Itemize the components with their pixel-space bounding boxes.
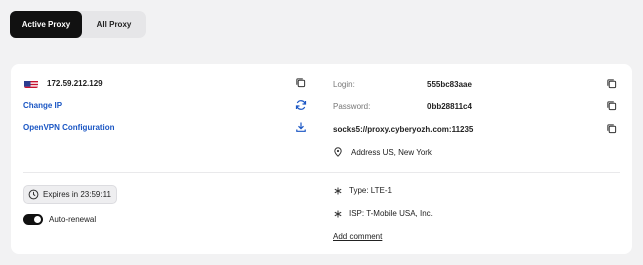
proxy-tabs: Active Proxy All Proxy (10, 11, 146, 38)
auto-renewal-label: Auto-renewal (49, 215, 97, 224)
isp-text: ISP: T-Mobile USA, Inc. (349, 209, 433, 218)
change-ip-link[interactable]: Change IP (23, 101, 62, 110)
proxy-ip: 172.59.212.129 (47, 79, 103, 88)
address-text: Address US, New York (351, 148, 432, 157)
login-value: 555bc83aae (427, 80, 472, 89)
proxy-card: 172.59.212.129 Change IP OpenVPN Configu… (11, 64, 632, 254)
password-label: Password: (333, 102, 371, 111)
tab-active-proxy[interactable]: Active Proxy (10, 11, 82, 38)
openvpn-config-link[interactable]: OpenVPN Configuration (23, 123, 115, 132)
password-value: 0bb28811c4 (427, 102, 472, 111)
copy-login-icon[interactable] (606, 78, 617, 89)
login-label: Login: (333, 80, 355, 89)
download-icon[interactable] (295, 121, 307, 133)
tab-all-proxy[interactable]: All Proxy (82, 11, 146, 38)
expires-text: Expires in 23:59:11 (43, 190, 111, 199)
asterisk-icon (334, 210, 342, 218)
location-pin-icon (333, 147, 343, 157)
expires-badge: Expires in 23:59:11 (23, 185, 117, 204)
add-comment-link[interactable]: Add comment (333, 232, 382, 241)
section-divider (23, 172, 620, 173)
refresh-icon[interactable] (295, 99, 307, 111)
copy-password-icon[interactable] (606, 100, 617, 111)
copy-ip-icon[interactable] (295, 77, 306, 88)
type-text: Type: LTE-1 (349, 186, 392, 195)
asterisk-icon (334, 187, 342, 195)
us-flag-icon (24, 78, 38, 88)
clock-icon (28, 189, 39, 200)
socks-connection-string: socks5://proxy.cyberyozh.com:11235 (333, 125, 474, 134)
auto-renewal-toggle[interactable] (23, 214, 43, 225)
copy-socks-icon[interactable] (606, 123, 617, 134)
